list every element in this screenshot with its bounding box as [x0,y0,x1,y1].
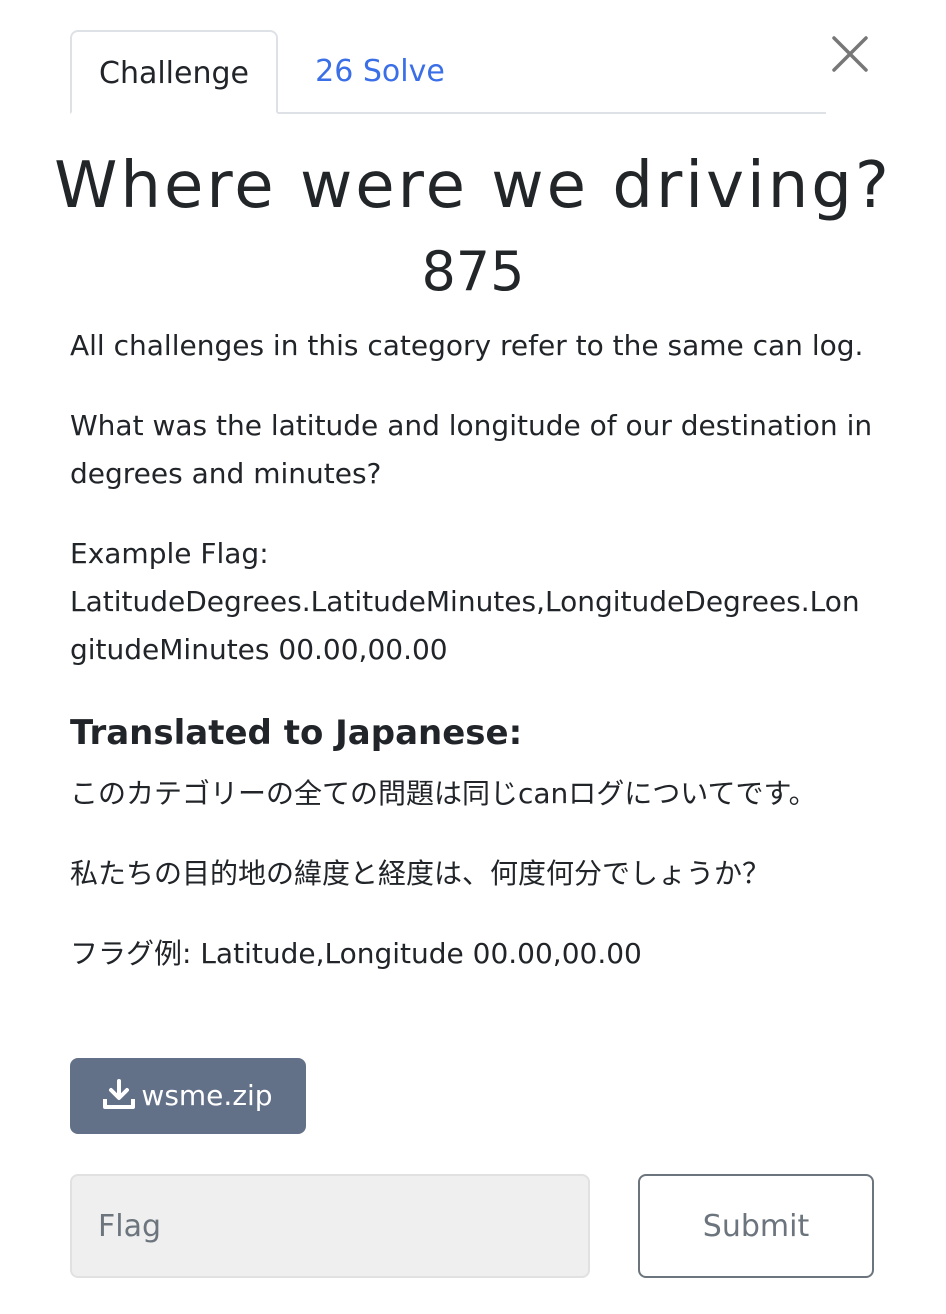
challenge-name: Where were we driving? [54,149,892,223]
tab-solves[interactable]: 26 Solve [290,30,470,114]
tab-challenge[interactable]: Challenge [70,30,278,114]
translation-heading: Translated to Japanese: [70,713,523,753]
example-flag-body: LatitudeDegrees.LatitudeMinutes,Longitud… [70,585,860,666]
download-file-button[interactable]: wsme.zip [70,1058,306,1134]
file-name: wsme.zip [141,1079,273,1112]
example-flag-paragraph: Example Flag: LatitudeDegrees.LatitudeMi… [70,530,876,674]
japanese-paragraph-2: 私たちの目的地の緯度と経度は、何度何分でしょうか？ [70,857,771,890]
example-flag-label: Example Flag: [70,537,269,570]
submit-button[interactable]: Submit [638,1174,874,1278]
japanese-paragraph-3: フラグ例: Latitude,Longitude 00.00,00.00 [70,937,642,970]
close-button[interactable] [830,34,870,74]
description-paragraph-1: All challenges in this category refer to… [70,329,864,362]
flag-input[interactable] [70,1174,590,1278]
close-icon [832,36,868,72]
description-paragraph-2: What was the latitude and longitude of o… [70,409,873,490]
challenge-tabs: Challenge 26 Solve [70,30,826,114]
challenge-description: All challenges in this category refer to… [70,322,876,1010]
japanese-paragraph-1: このカテゴリーの全ての問題は同じcanログについてです。 [70,777,817,810]
download-icon [103,1079,136,1109]
challenge-value: 875 [421,240,525,303]
